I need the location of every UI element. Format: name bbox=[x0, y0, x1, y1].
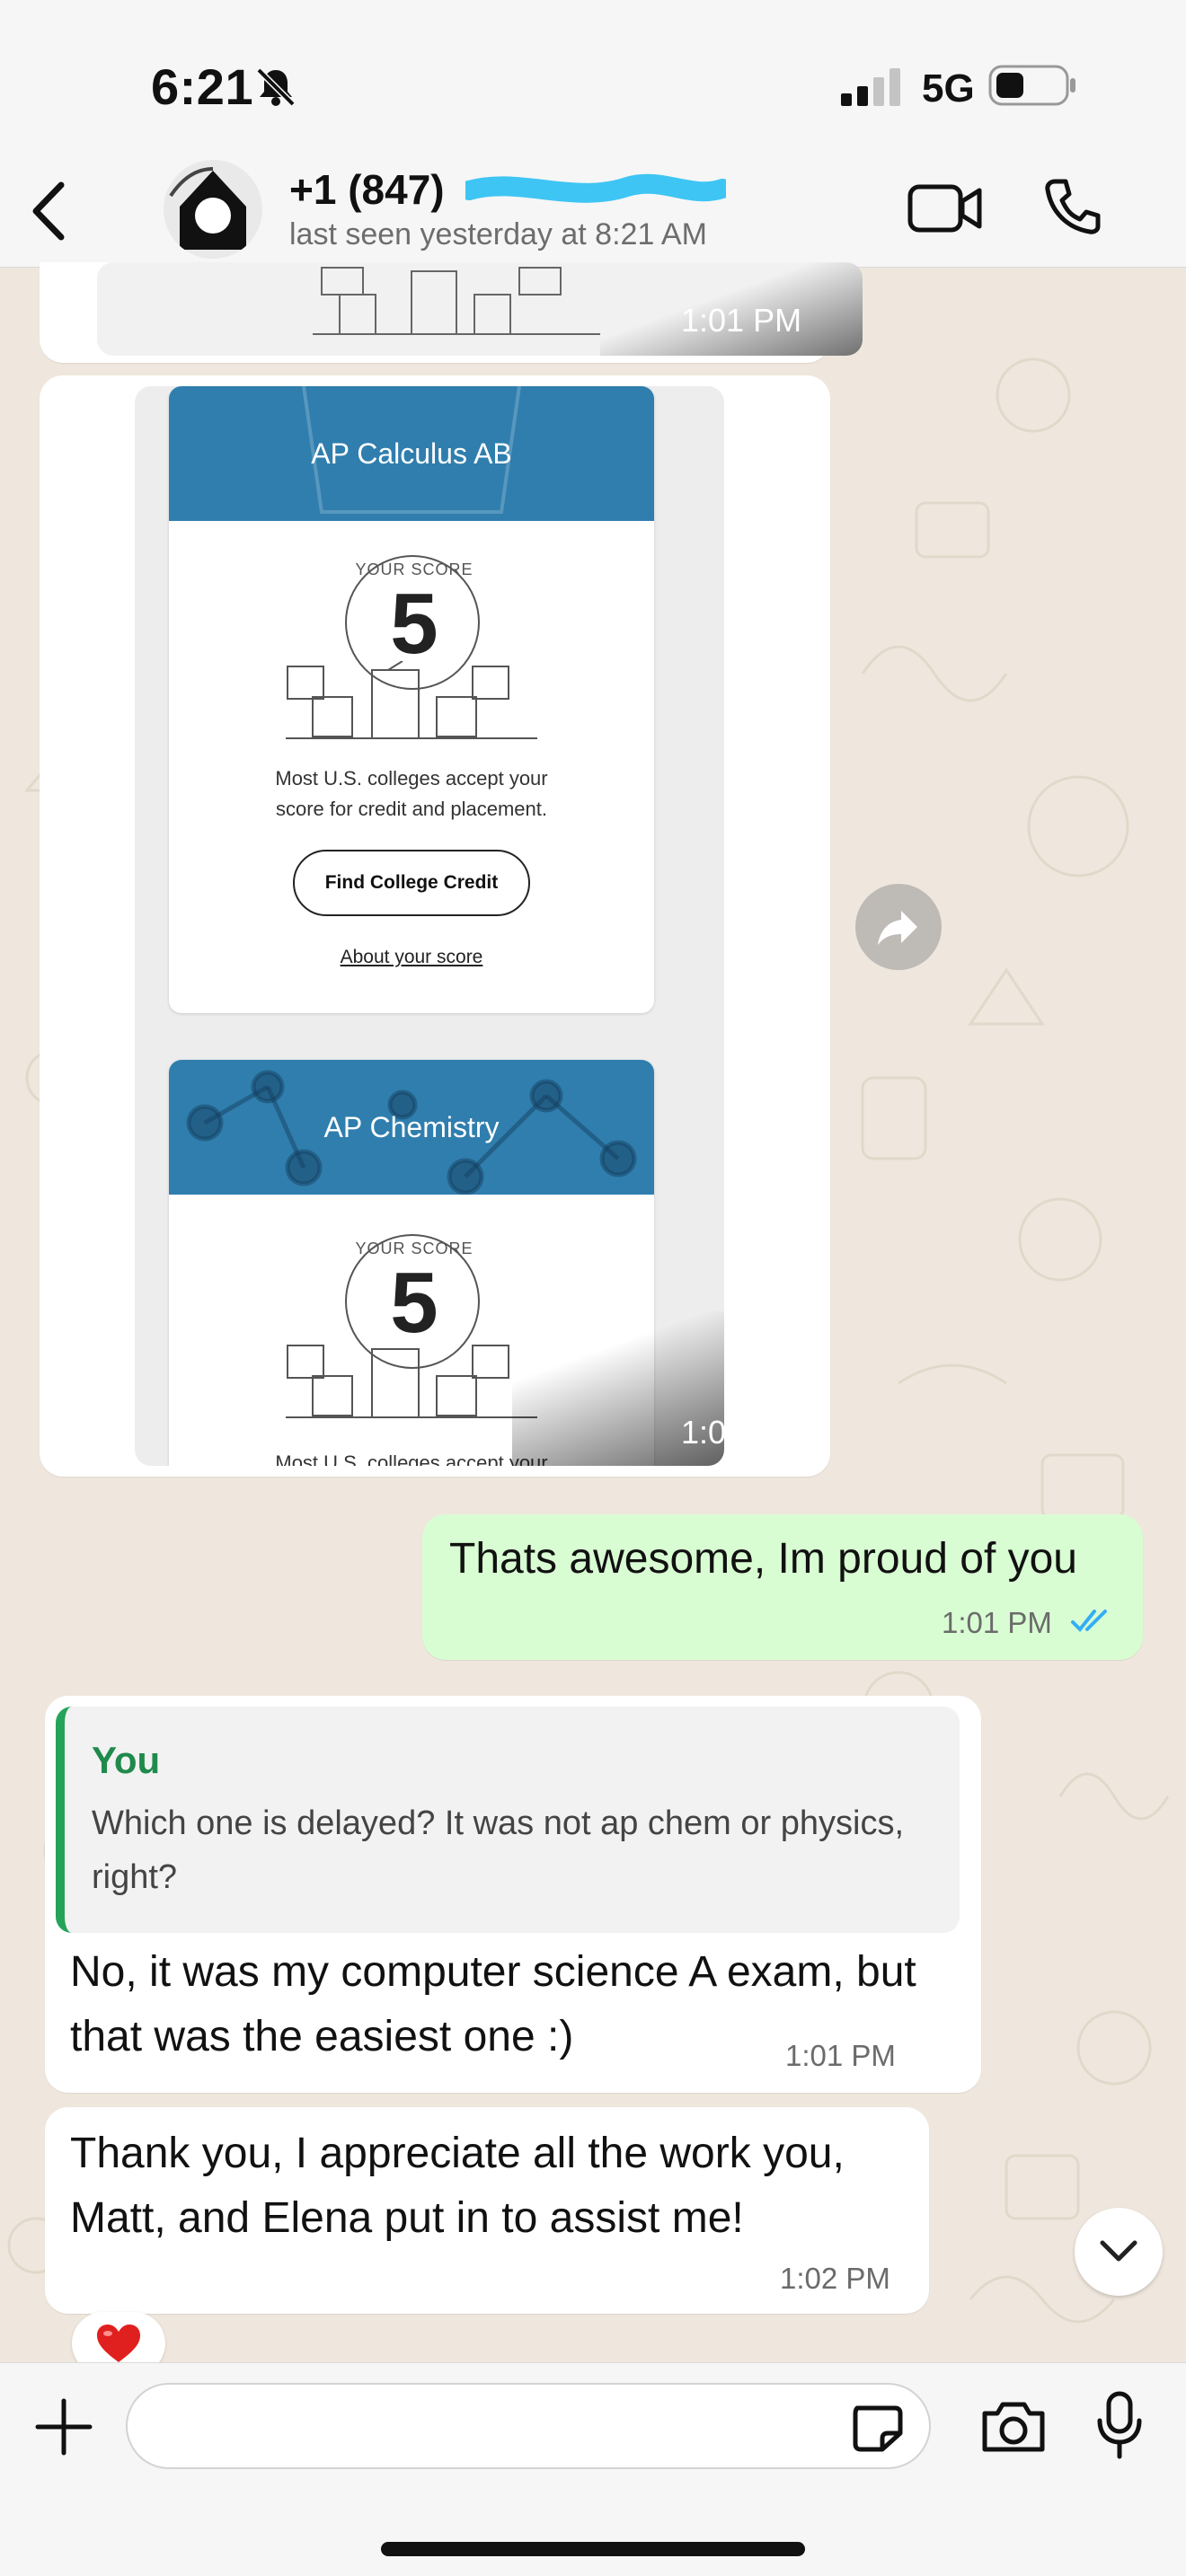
plus-icon[interactable] bbox=[34, 2397, 93, 2457]
buildings-illustration bbox=[313, 267, 600, 335]
score-card-calculus: AP Calculus AB YOUR SCORE 5 Most U.S. co… bbox=[169, 386, 654, 1013]
forward-icon bbox=[878, 911, 917, 945]
card-header: AP Chemistry bbox=[169, 1060, 654, 1195]
buildings-illustration bbox=[286, 661, 537, 739]
status-bar: 6:21 5G bbox=[0, 0, 1186, 171]
status-time: 6:21 bbox=[151, 58, 254, 115]
network-type: 5G bbox=[922, 66, 975, 110]
reply-message[interactable]: You Which one is delayed? It was not ap … bbox=[45, 1696, 981, 2093]
avatar[interactable] bbox=[164, 160, 262, 259]
scroll-to-bottom-button[interactable] bbox=[1075, 2208, 1163, 2296]
card-text-line: Most U.S. colleges accept your bbox=[275, 1451, 548, 1466]
card-text: Most U.S. colleges accept your score for… bbox=[205, 763, 618, 825]
heart-icon bbox=[97, 2325, 140, 2362]
avatar-image bbox=[164, 160, 262, 259]
message-time: 1:01 PM bbox=[681, 1414, 802, 1451]
buildings-illustration bbox=[286, 1345, 537, 1418]
card-header: AP Calculus AB bbox=[169, 386, 654, 521]
message-text: Thank you, I appreciate all the work you… bbox=[70, 2130, 845, 2242]
outgoing-message[interactable]: Thats awesome, Im proud of you 1:01 PM bbox=[422, 1514, 1143, 1660]
card-text: Most U.S. colleges accept your bbox=[205, 1448, 618, 1466]
find-college-credit-button: Find College Credit bbox=[293, 850, 530, 916]
back-chevron-icon[interactable] bbox=[27, 180, 72, 243]
score-value: 5 bbox=[390, 1255, 438, 1351]
redaction-scribble bbox=[465, 173, 726, 203]
battery-icon bbox=[988, 65, 1075, 106]
about-score-link: About your score bbox=[340, 947, 483, 967]
message-time: 1:02 PM bbox=[780, 2262, 890, 2295]
chevron-down-icon bbox=[1100, 2240, 1137, 2262]
double-check-icon bbox=[1071, 1610, 1107, 1632]
quote-text: Which one is delayed? It was not ap chem… bbox=[92, 1804, 905, 1896]
card-text-line: score for credit and placement. bbox=[275, 798, 548, 820]
quoted-message[interactable]: You Which one is delayed? It was not ap … bbox=[56, 1707, 960, 1933]
card-text-line: Most U.S. colleges accept your bbox=[275, 767, 548, 790]
message-input[interactable] bbox=[126, 2383, 931, 2469]
course-title: AP Calculus AB bbox=[311, 437, 512, 470]
home-indicator[interactable] bbox=[381, 2542, 805, 2556]
image-message-top[interactable]: 1:01 PM bbox=[40, 262, 863, 363]
message-time: 1:01 PM bbox=[681, 302, 802, 339]
forward-button[interactable] bbox=[855, 884, 942, 970]
phone-call-icon[interactable] bbox=[1042, 176, 1103, 237]
message-time: 1:01 PM bbox=[785, 2039, 896, 2072]
microphone-icon[interactable] bbox=[1094, 2390, 1145, 2460]
chat-header: +1 (847) last seen yesterday at 8:21 AM bbox=[0, 153, 1186, 268]
bell-slash-icon bbox=[256, 67, 296, 107]
score-value: 5 bbox=[390, 576, 438, 672]
scores-image-frame: AP Calculus AB YOUR SCORE 5 Most U.S. co… bbox=[135, 386, 724, 1466]
last-seen: last seen yesterday at 8:21 AM bbox=[289, 217, 707, 251]
message-text: Thats awesome, Im proud of you bbox=[449, 1535, 1077, 1583]
contact-name[interactable]: +1 (847) bbox=[289, 165, 445, 214]
image-message-scores[interactable]: AP Calculus AB YOUR SCORE 5 Most U.S. co… bbox=[40, 375, 830, 1477]
score-card-chemistry: AP Chemistry YOUR SCORE 5 Most U.S. coll… bbox=[169, 1060, 654, 1466]
camera-icon[interactable] bbox=[979, 2397, 1048, 2455]
video-call-icon[interactable] bbox=[907, 180, 983, 237]
message-time: 1:01 PM bbox=[942, 1606, 1052, 1639]
sticker-icon[interactable] bbox=[850, 2403, 904, 2453]
signal-icon bbox=[841, 68, 900, 106]
course-title: AP Chemistry bbox=[323, 1110, 500, 1143]
incoming-message[interactable]: Thank you, I appreciate all the work you… bbox=[45, 2107, 929, 2314]
quote-author: You bbox=[92, 1739, 161, 1781]
